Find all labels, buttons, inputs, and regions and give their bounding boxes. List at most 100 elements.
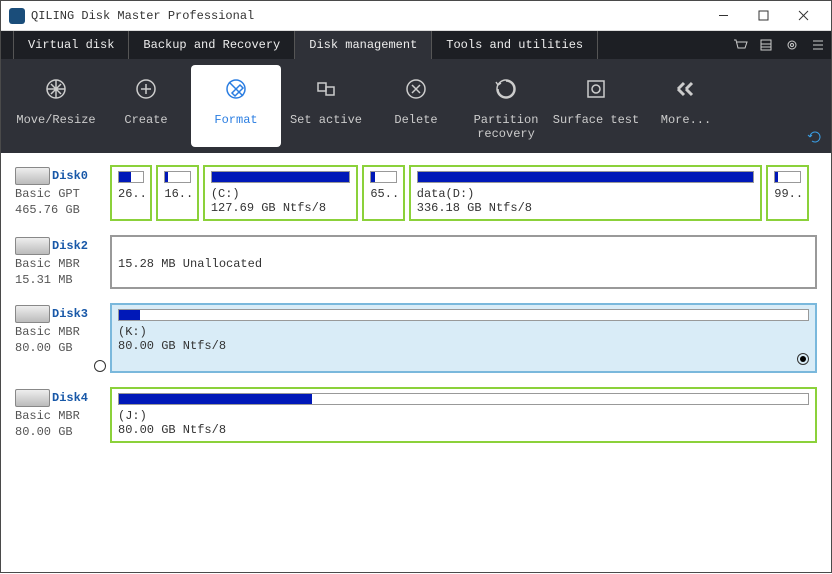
tool-label: Set active <box>281 113 371 127</box>
disk-name: Disk4 <box>52 391 88 405</box>
tab-backup-and-recovery[interactable]: Backup and Recovery <box>128 31 295 59</box>
tab-tools-and-utilities[interactable]: Tools and utilities <box>431 31 598 59</box>
more-button[interactable]: More... <box>641 65 731 147</box>
disk-radio[interactable] <box>94 360 106 372</box>
set-active-button[interactable]: Set active <box>281 65 371 147</box>
disk-row: Disk4Basic MBR80.00 GB(J:)80.00 GB Ntfs/… <box>15 387 817 443</box>
disk-name: Disk2 <box>52 239 88 253</box>
tool-label: Move/Resize <box>11 113 101 127</box>
disk-list: Disk0 Basic GPT 465.76 GB 26... 16... (C:)127… <box>1 153 831 574</box>
delete-icon <box>371 71 461 107</box>
disk-row: Disk0 Basic GPT 465.76 GB 26... 16... (C:)127… <box>15 165 817 221</box>
tab-disk-management[interactable]: Disk management <box>294 31 432 59</box>
menu-icon[interactable] <box>805 31 831 59</box>
partition-area: 15.28 MB Unallocated <box>110 235 817 289</box>
app-logo <box>9 8 25 24</box>
disk-type: Basic MBR <box>15 257 110 271</box>
settings-icon[interactable] <box>779 31 805 59</box>
partition-sub: 26... <box>118 187 144 201</box>
partition-area: 26... 16... (C:)127.69 GB Ntfs/8 65... data(… <box>110 165 817 221</box>
disk-info: Disk4 Basic MBR 80.00 GB <box>15 387 110 443</box>
disk-name: Disk0 <box>52 169 88 183</box>
partition[interactable]: 15.28 MB Unallocated <box>110 235 817 289</box>
refresh-icon[interactable] <box>807 129 823 149</box>
disk-size: 80.00 GB <box>15 425 110 439</box>
set-active-icon <box>281 71 371 107</box>
toolbar: Move/ResizeCreateFormatSet activeDeleteP… <box>1 59 831 153</box>
disk-row: Disk3Basic MBR80.00 GB(K:)80.00 GB Ntfs/… <box>15 303 817 373</box>
partition[interactable]: (C:)127.69 GB Ntfs/8 <box>203 165 359 221</box>
partition[interactable]: 65... <box>362 165 404 221</box>
format-button[interactable]: Format <box>191 65 281 147</box>
move-resize-icon <box>11 71 101 107</box>
partition-area: (J:)80.00 GB Ntfs/8 <box>110 387 817 443</box>
partition-sub: 65... <box>370 187 396 201</box>
partition-label: (C:) <box>211 187 351 201</box>
tool-label: Surface test <box>551 113 641 127</box>
format-icon <box>191 71 281 107</box>
tab-virtual-disk[interactable]: Virtual disk <box>13 31 129 59</box>
list-icon[interactable] <box>753 31 779 59</box>
disk-icon <box>15 237 50 255</box>
surface-test-icon <box>551 71 641 107</box>
partition-area: (K:)80.00 GB Ntfs/8 <box>110 303 817 373</box>
move-resize-button[interactable]: Move/Resize <box>11 65 101 147</box>
disk-type: Basic GPT <box>15 187 110 201</box>
usage-bar <box>774 171 800 183</box>
partition-recovery-icon <box>461 71 551 107</box>
surface-test-button[interactable]: Surface test <box>551 65 641 147</box>
partition[interactable]: 99... <box>766 165 808 221</box>
disk-info: Disk3 Basic MBR 80.00 GB <box>15 303 110 373</box>
disk-icon <box>15 305 50 323</box>
partition[interactable]: 26... <box>110 165 152 221</box>
delete-button[interactable]: Delete <box>371 65 461 147</box>
partition[interactable]: (J:)80.00 GB Ntfs/8 <box>110 387 817 443</box>
disk-size: 80.00 GB <box>15 341 110 355</box>
usage-bar <box>118 171 144 183</box>
usage-bar <box>164 171 190 183</box>
tool-label: Partitionrecovery <box>461 113 551 141</box>
titlebar: QILING Disk Master Professional <box>1 1 831 31</box>
partition[interactable]: 16... <box>156 165 198 221</box>
cart-icon[interactable] <box>727 31 753 59</box>
disk-row: Disk2 Basic MBR 15.31 MB 15.28 MB Unallocat… <box>15 235 817 289</box>
tool-label: Create <box>101 113 191 127</box>
minimize-button[interactable] <box>703 2 743 30</box>
partition-sub: 80.00 GB Ntfs/8 <box>118 423 809 437</box>
create-icon <box>101 71 191 107</box>
create-button[interactable]: Create <box>101 65 191 147</box>
partition-sub: 336.18 GB Ntfs/8 <box>417 201 755 215</box>
disk-icon <box>15 389 50 407</box>
partition-radio[interactable] <box>797 353 809 365</box>
disk-type: Basic MBR <box>15 409 110 423</box>
partition[interactable]: data(D:)336.18 GB Ntfs/8 <box>409 165 763 221</box>
usage-bar <box>417 171 755 183</box>
partition-sub: 16... <box>164 187 190 201</box>
disk-info: Disk2 Basic MBR 15.31 MB <box>15 235 110 289</box>
menubar: Virtual diskBackup and RecoveryDisk mana… <box>1 31 831 59</box>
usage-bar <box>118 393 809 405</box>
partition-sub: 99... <box>774 187 800 201</box>
disk-size: 15.31 MB <box>15 273 110 287</box>
partition-recovery-button[interactable]: Partitionrecovery <box>461 65 551 147</box>
usage-bar <box>370 171 396 183</box>
partition-label: (J:) <box>118 409 809 423</box>
partition-sub: 80.00 GB Ntfs/8 <box>118 339 809 353</box>
maximize-button[interactable] <box>743 2 783 30</box>
partition-sub: 127.69 GB Ntfs/8 <box>211 201 351 215</box>
usage-bar <box>211 171 351 183</box>
disk-name: Disk3 <box>52 307 88 321</box>
disk-type: Basic MBR <box>15 325 110 339</box>
partition-label: data(D:) <box>417 187 755 201</box>
disk-icon <box>15 167 50 185</box>
more-icon <box>641 71 731 107</box>
tool-label: More... <box>641 113 731 127</box>
disk-size: 465.76 GB <box>15 203 110 217</box>
tool-label: Format <box>191 113 281 127</box>
tool-label: Delete <box>371 113 461 127</box>
disk-info: Disk0 Basic GPT 465.76 GB <box>15 165 110 221</box>
close-button[interactable] <box>783 2 823 30</box>
partition-sub: 15.28 MB Unallocated <box>118 257 809 271</box>
partition[interactable]: (K:)80.00 GB Ntfs/8 <box>110 303 817 373</box>
partition-label: (K:) <box>118 325 809 339</box>
